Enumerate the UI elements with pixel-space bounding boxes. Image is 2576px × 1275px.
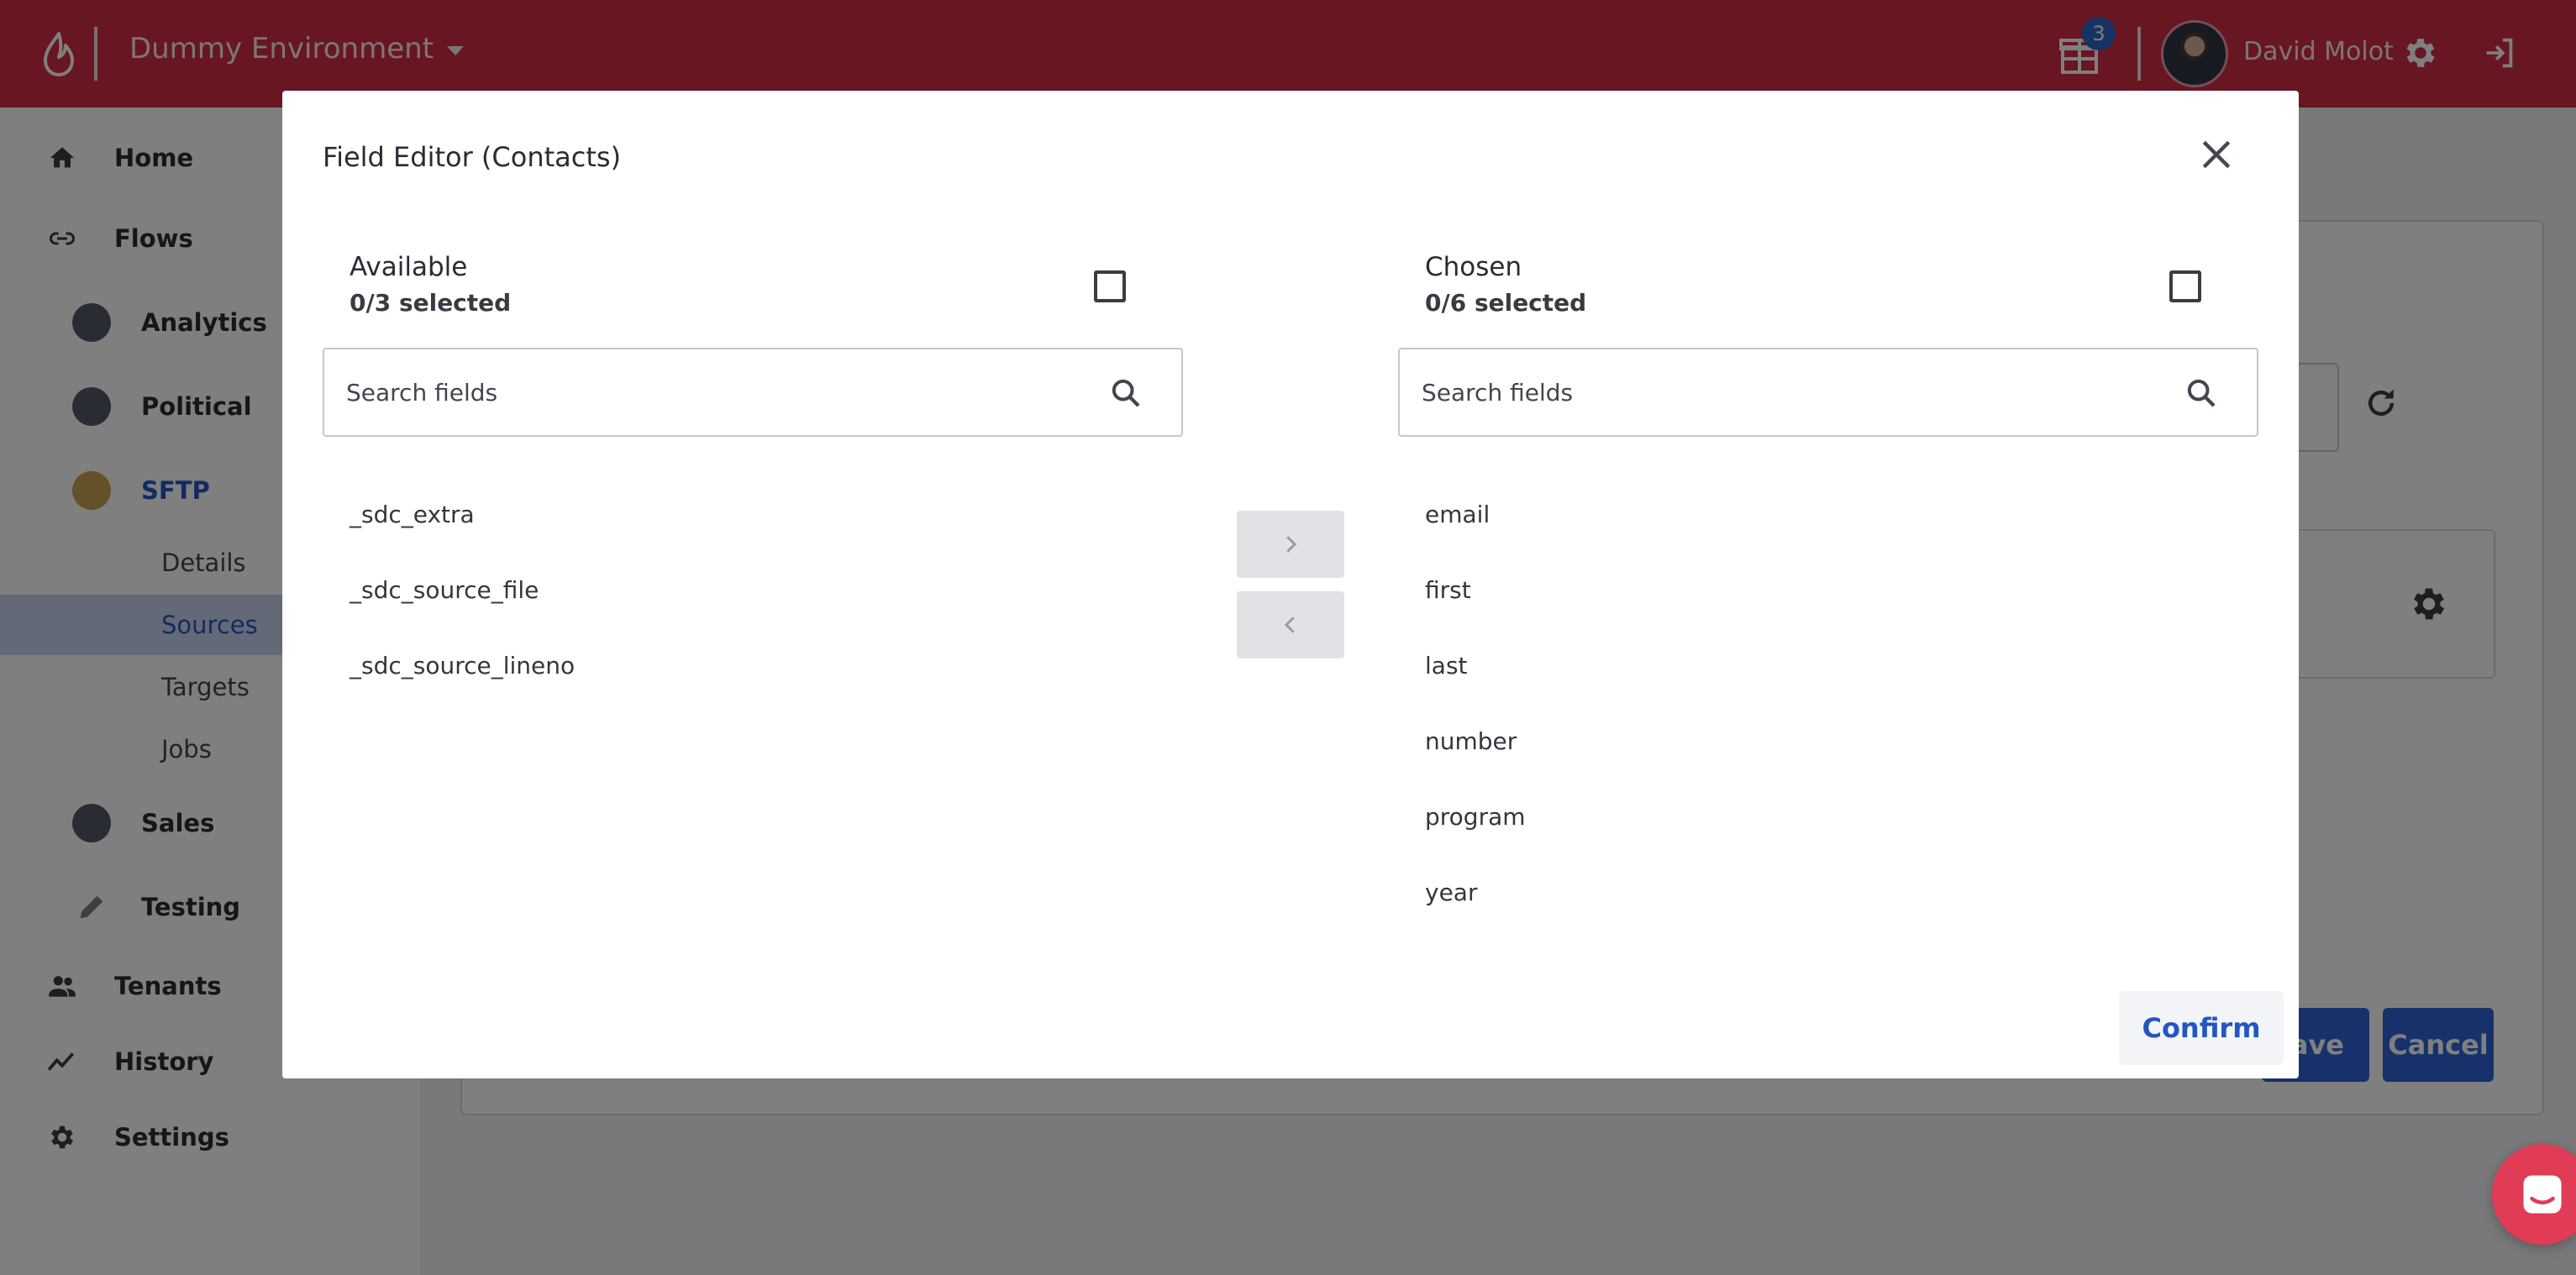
available-search-box: [323, 348, 1183, 437]
chosen-select-all-checkbox[interactable]: [2169, 270, 2201, 302]
search-icon[interactable]: [1109, 376, 1143, 410]
available-title: Available: [350, 252, 468, 282]
chosen-count: 0/6 selected: [1425, 289, 1587, 317]
chosen-search-input[interactable]: [1422, 349, 2161, 435]
list-item[interactable]: _sdc_source_lineno: [350, 652, 575, 679]
available-count: 0/3 selected: [350, 289, 512, 317]
move-right-button[interactable]: [1237, 511, 1344, 578]
list-item[interactable]: _sdc_source_file: [350, 576, 539, 604]
chosen-search-box: [1398, 348, 2258, 437]
list-item[interactable]: year: [1425, 879, 1477, 906]
dialog-title: Field Editor (Contacts): [323, 141, 622, 173]
list-item[interactable]: program: [1425, 803, 1526, 831]
chevron-right-icon: [1286, 536, 1297, 553]
list-item[interactable]: _sdc_extra: [350, 501, 475, 528]
chosen-title: Chosen: [1425, 252, 1522, 282]
list-item[interactable]: number: [1425, 727, 1517, 755]
confirm-button[interactable]: Confirm: [2119, 991, 2284, 1065]
search-icon[interactable]: [2184, 376, 2218, 410]
move-left-button[interactable]: [1237, 591, 1344, 658]
available-select-all-checkbox[interactable]: [1094, 270, 1126, 302]
chat-icon: [2523, 1175, 2562, 1214]
list-item[interactable]: first: [1425, 576, 1471, 604]
list-item[interactable]: email: [1425, 501, 1490, 528]
list-item[interactable]: last: [1425, 652, 1468, 679]
chevron-left-icon: [1284, 617, 1295, 633]
field-editor-dialog: Field Editor (Contacts) Available 0/3 se…: [282, 91, 2299, 1078]
available-search-input[interactable]: [346, 349, 1086, 435]
close-icon[interactable]: [2198, 136, 2235, 173]
